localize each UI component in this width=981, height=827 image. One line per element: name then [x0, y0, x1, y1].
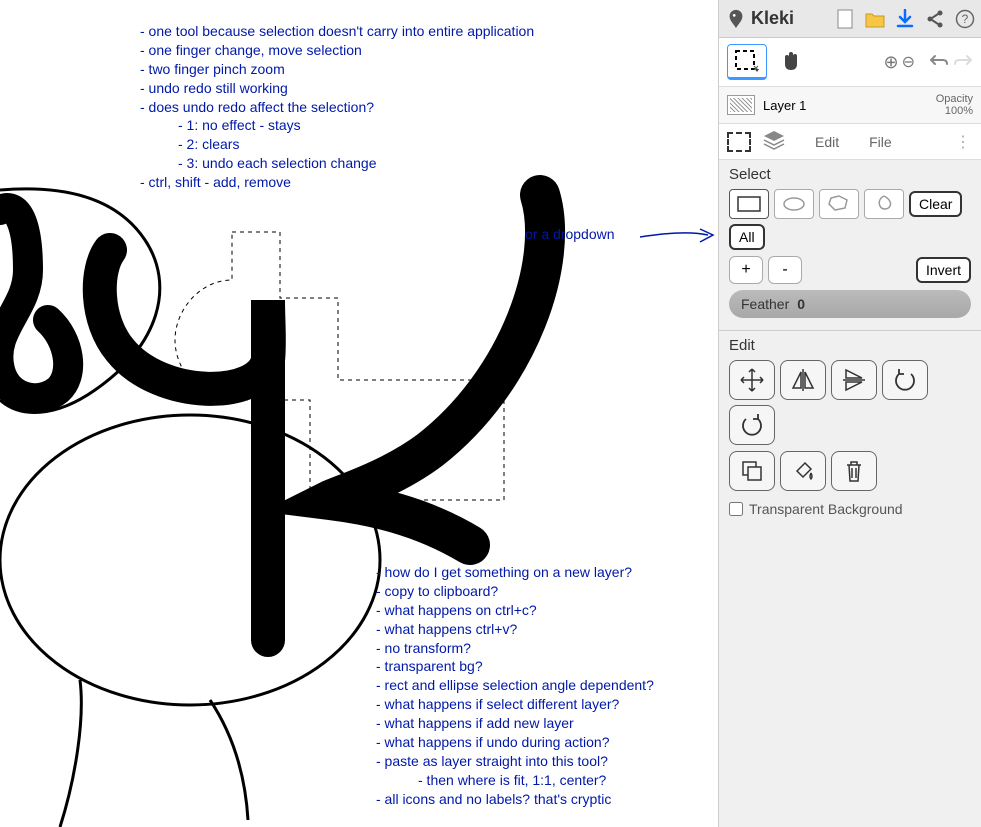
fill-button[interactable] [780, 451, 826, 491]
transparent-bg-label: Transparent Background [749, 501, 903, 517]
help-icon[interactable]: ? [955, 9, 975, 29]
transparent-bg-input[interactable] [729, 502, 743, 516]
download-icon[interactable] [895, 9, 915, 29]
share-icon[interactable] [925, 9, 945, 29]
more-menu-icon[interactable]: ⋮ [955, 132, 973, 152]
svg-text:?: ? [962, 12, 969, 26]
rect-select-button[interactable] [729, 189, 769, 219]
sidebar: Kleki ? ⊕ ⊖ [718, 0, 981, 827]
tabs-row: Edit File ⋮ [719, 124, 981, 160]
arrow-icon [640, 225, 718, 249]
undo-icon[interactable] [929, 52, 949, 73]
edit-section-title: Edit [729, 337, 971, 354]
feather-slider[interactable]: Feather 0 [729, 290, 971, 318]
layer-row[interactable]: Layer 1 Opacity 100% [719, 87, 981, 124]
zoom-in-icon[interactable]: ⊕ [884, 52, 899, 73]
tab-layers-icon[interactable] [763, 130, 785, 153]
zoom-out-icon[interactable]: ⊖ [902, 52, 915, 72]
select-all-button[interactable]: All [729, 224, 765, 250]
new-file-icon[interactable] [835, 9, 855, 29]
rotate-right-button[interactable] [729, 405, 775, 445]
invert-selection-button[interactable]: Invert [916, 257, 971, 283]
brand: Kleki [725, 8, 794, 30]
redo-icon[interactable] [953, 52, 973, 73]
clear-selection-button[interactable]: Clear [909, 191, 962, 217]
ellipse-select-button[interactable] [774, 189, 814, 219]
kleki-logo-icon [725, 8, 747, 30]
zoom-group: ⊕ ⊖ [884, 52, 916, 73]
wand-select-button[interactable] [864, 189, 904, 219]
annotation-dropdown: or a dropdown [525, 225, 615, 244]
lasso-select-button[interactable] [819, 189, 859, 219]
rotate-left-button[interactable] [882, 360, 928, 400]
layer-thumbnail [727, 95, 755, 115]
copy-button[interactable] [729, 451, 775, 491]
feather-value: 0 [797, 296, 805, 312]
tool-row: ⊕ ⊖ [719, 38, 981, 87]
feather-label: Feather [741, 296, 789, 312]
brand-name: Kleki [751, 8, 794, 29]
tab-file[interactable]: File [869, 134, 892, 150]
canvas-area[interactable]: - one tool because selection doesn't car… [0, 0, 718, 827]
layer-opacity: Opacity 100% [936, 93, 973, 117]
delete-button[interactable] [831, 451, 877, 491]
transparent-bg-checkbox[interactable]: Transparent Background [729, 501, 971, 517]
move-button[interactable] [729, 360, 775, 400]
subtract-from-selection-button[interactable]: - [768, 256, 802, 284]
flip-horizontal-button[interactable] [780, 360, 826, 400]
hand-tool-button[interactable] [773, 46, 809, 78]
annotation-bottom: - how do I get something on a new layer?… [376, 563, 718, 809]
flip-vertical-button[interactable] [831, 360, 877, 400]
edit-section: Edit [719, 331, 981, 529]
add-to-selection-button[interactable]: + [729, 256, 763, 284]
select-section-title: Select [729, 166, 971, 183]
select-tool-button[interactable] [727, 44, 767, 80]
topbar: Kleki ? [719, 0, 981, 38]
open-file-icon[interactable] [865, 9, 885, 29]
layer-name: Layer 1 [763, 98, 806, 113]
tab-selection-icon[interactable] [727, 132, 751, 152]
tab-edit[interactable]: Edit [815, 134, 839, 150]
annotation-top: - one tool because selection doesn't car… [140, 22, 640, 192]
select-section: Select Clear All + - Invert Feather [719, 160, 981, 331]
